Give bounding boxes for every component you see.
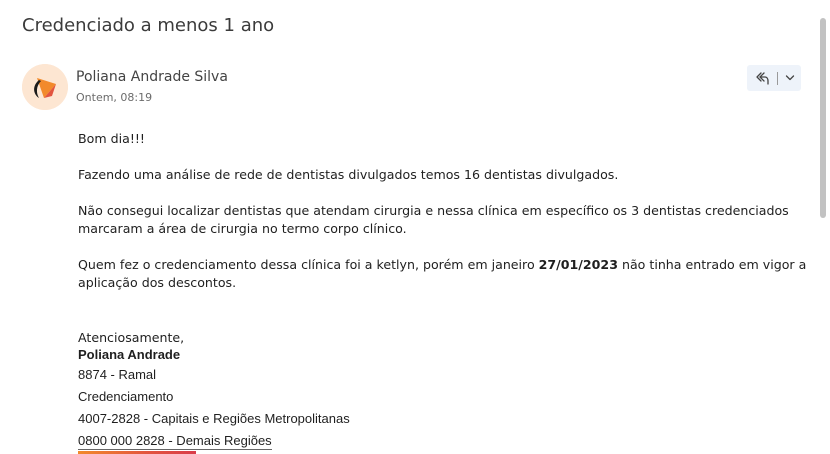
- sender-avatar[interactable]: [22, 64, 68, 110]
- body-paragraph-2: Não consegui localizar dentistas que ate…: [78, 203, 789, 236]
- reply-all-icon: [756, 72, 769, 85]
- body-paragraph-3: Quem fez o credenciamento dessa clínica …: [78, 256, 808, 292]
- vertical-scrollbar[interactable]: [820, 18, 826, 218]
- actions-divider: [777, 71, 778, 85]
- greeting: Bom dia!!!: [78, 131, 145, 146]
- sender-name[interactable]: Poliana Andrade Silva: [76, 69, 228, 85]
- email-subject: Credenciado a menos 1 ano: [22, 15, 275, 36]
- body-paragraph-1: Fazendo uma análise de rede de dentistas…: [78, 167, 619, 182]
- signature-phone-other[interactable]: 0800 000 2828 - Demais Regiões: [78, 433, 272, 450]
- reply-all-button[interactable]: [750, 65, 774, 91]
- company-logo-icon: [22, 64, 68, 110]
- signature-extension: 8874 - Ramal: [78, 367, 157, 382]
- signature-department: Credenciamento: [78, 389, 174, 404]
- highlighted-date: 27/01/2023: [538, 257, 618, 272]
- signature-phone-capitals: 4007-2828 - Capitais e Regiões Metropoli…: [78, 411, 350, 426]
- signature-name: Poliana Andrade: [78, 347, 181, 362]
- message-actions: [747, 65, 801, 91]
- email-signature: Atenciosamente, Poliana Andrade 8874 - R…: [78, 330, 478, 452]
- paragraph-3-start: Quem fez o credenciamento dessa clínica …: [78, 257, 539, 272]
- chevron-down-icon: [785, 75, 795, 81]
- sent-time: Ontem, 08:19: [76, 91, 153, 104]
- email-body: Bom dia!!! Fazendo uma análise de rede d…: [78, 130, 808, 310]
- signature-closing: Atenciosamente,: [78, 330, 185, 345]
- more-actions-button[interactable]: [782, 65, 798, 91]
